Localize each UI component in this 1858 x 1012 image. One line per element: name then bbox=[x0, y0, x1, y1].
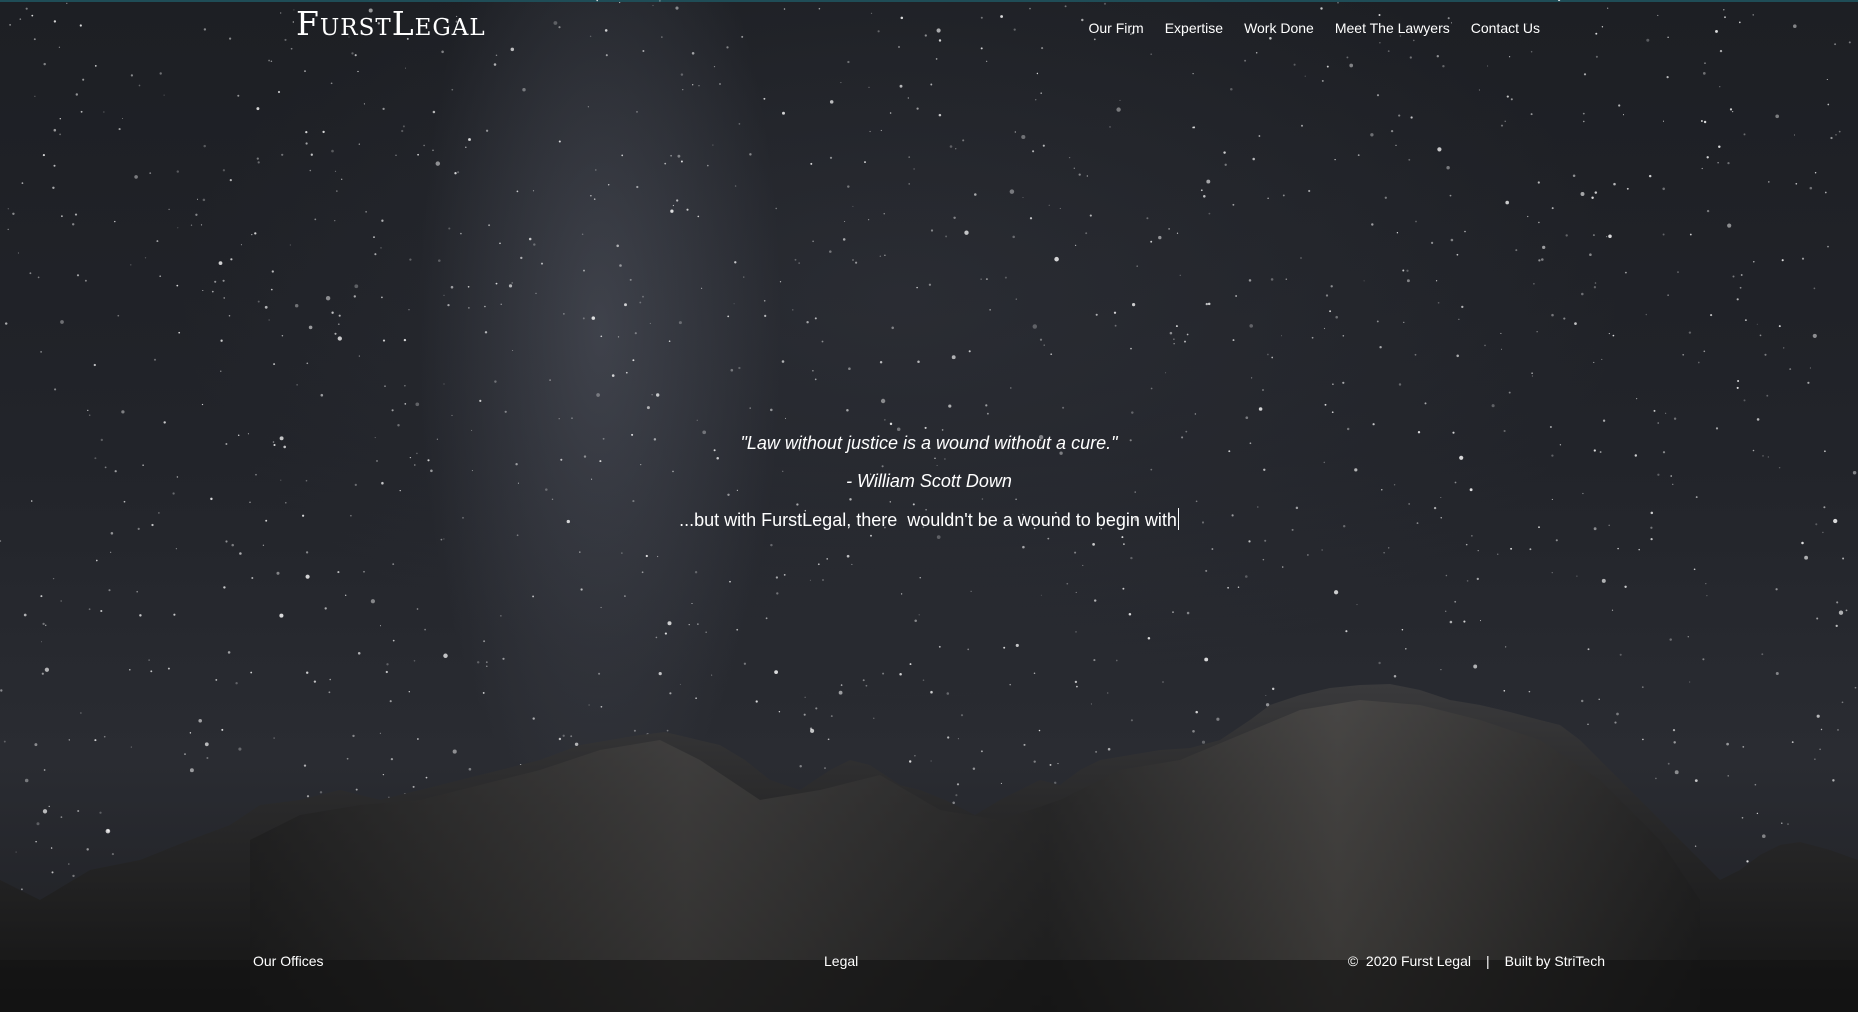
hero-tagline: ...but with FurstLegal, there wouldn't b… bbox=[679, 510, 1177, 530]
footer-our-offices-link[interactable]: Our Offices bbox=[253, 952, 324, 970]
hero-quote-author: - William Scott Down bbox=[846, 471, 1012, 491]
footer-legal-link[interactable]: Legal bbox=[824, 952, 858, 970]
hero-quote: "Law without justice is a wound without … bbox=[740, 433, 1118, 453]
page: FurstLegal Our Firm Expertise Work Done … bbox=[0, 0, 1858, 1012]
footer-built-by[interactable]: Built by StriTech bbox=[1505, 953, 1605, 969]
nav-item-work-done[interactable]: Work Done bbox=[1244, 19, 1314, 37]
main-navigation: Our Firm Expertise Work Done Meet The La… bbox=[1088, 19, 1540, 37]
footer-copyright: © 2020 Furst Legal bbox=[1347, 953, 1471, 969]
nav-item-expertise[interactable]: Expertise bbox=[1165, 19, 1223, 37]
footer-credits: © 2020 Furst Legal | Built by StriTech bbox=[1348, 952, 1605, 970]
nav-item-contact-us[interactable]: Contact Us bbox=[1471, 19, 1540, 37]
typing-cursor bbox=[1177, 508, 1179, 530]
hero-section: "Law without justice is a wound without … bbox=[0, 432, 1858, 531]
hero-tagline-wrapper: ...but with FurstLegal, there wouldn't b… bbox=[0, 508, 1858, 531]
footer-separator: | bbox=[1485, 953, 1490, 969]
brand-logo[interactable]: FurstLegal bbox=[296, 4, 486, 44]
nav-item-meet-the-lawyers[interactable]: Meet The Lawyers bbox=[1335, 19, 1450, 37]
nav-item-our-firm[interactable]: Our Firm bbox=[1088, 19, 1143, 37]
